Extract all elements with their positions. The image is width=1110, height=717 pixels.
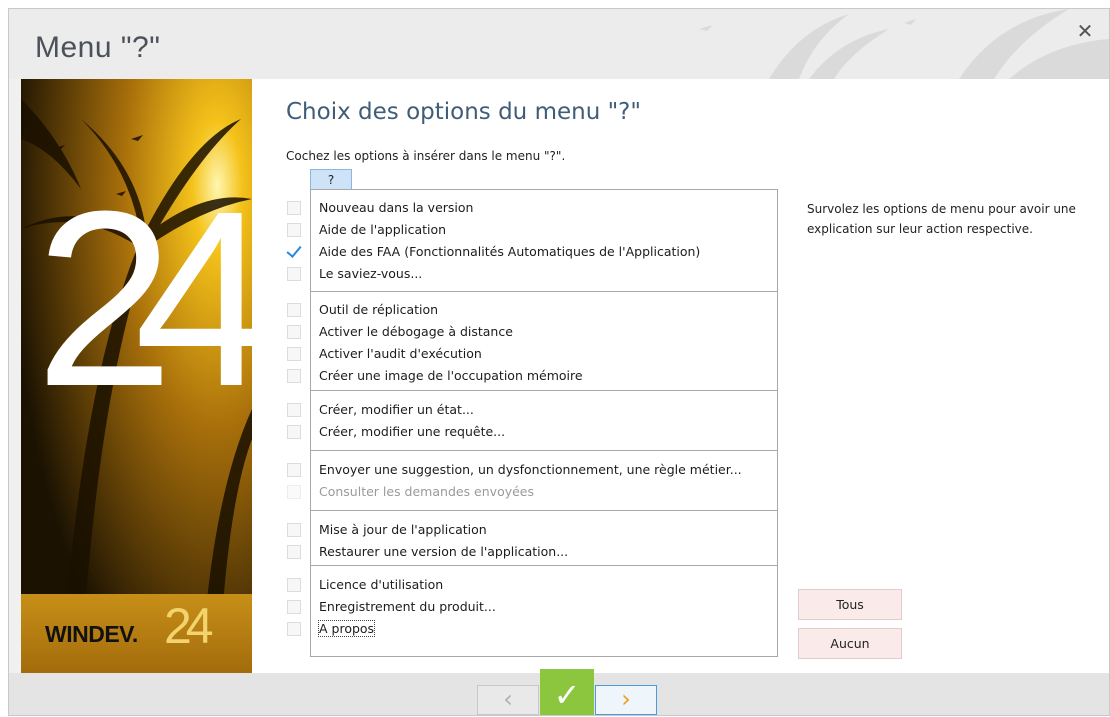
group-separator [311, 565, 777, 566]
option-label: Restaurer une version de l'application..… [319, 544, 569, 559]
window-title: Menu "?" [35, 31, 161, 64]
checkbox[interactable] [287, 267, 301, 281]
checkbox[interactable] [287, 425, 301, 439]
brand-logo: WINDEV. [45, 621, 138, 647]
option-label: Activer l'audit d'exécution [319, 346, 482, 361]
option-label: Mise à jour de l'application [319, 522, 487, 537]
checkbox[interactable] [287, 325, 301, 339]
option-label: Créer, modifier un état... [319, 402, 474, 417]
content-panel: Choix des options du menu "?" Cochez les… [252, 79, 1109, 673]
group-separator [311, 291, 777, 292]
checkbox[interactable] [287, 303, 301, 317]
option-label: Consulter les demandes envoyées [319, 484, 535, 499]
next-button[interactable]: › [595, 685, 657, 715]
option-label: Le saviez-vous... [319, 266, 423, 281]
checkbox[interactable] [287, 523, 301, 537]
dialog-window: Menu "?" ✕ 24 WINDEV. 24 Choix des optio… [8, 8, 1110, 716]
option-label: A propos [317, 620, 376, 637]
checkbox[interactable] [287, 600, 301, 614]
instruction-text: Cochez les options à insérer dans le men… [286, 149, 566, 163]
checkbox[interactable] [287, 622, 301, 636]
select-all-button[interactable]: Tous [798, 589, 902, 620]
options-list: Nouveau dans la version Aide de l'applica… [287, 189, 778, 657]
brand-version: 24 [164, 598, 214, 654]
checkbox[interactable] [287, 578, 301, 592]
select-none-button[interactable]: Aucun [798, 628, 902, 659]
version-numeral: 24 [35, 159, 252, 438]
group-separator [311, 510, 777, 511]
option-label: Nouveau dans la version [319, 200, 474, 215]
menu-preview-tab: ? [310, 169, 352, 190]
option-label: Activer le débogage à distance [319, 324, 513, 339]
group-separator [311, 450, 777, 451]
checkbox [287, 485, 301, 499]
checked-checkbox[interactable] [287, 245, 301, 259]
checkbox[interactable] [287, 403, 301, 417]
sidebar-banner: 24 WINDEV. 24 [21, 79, 252, 673]
option-label: Aide de l'application [319, 222, 447, 237]
checkbox[interactable] [287, 463, 301, 477]
checkbox[interactable] [287, 201, 301, 215]
group-separator [311, 390, 777, 391]
close-icon[interactable]: ✕ [1073, 19, 1097, 43]
option-label: Outil de réplication [319, 302, 439, 317]
palm-decoration [699, 9, 1109, 79]
ok-button[interactable]: ✓ [540, 669, 594, 715]
page-title: Choix des options du menu "?" [286, 99, 641, 125]
option-label: Aide des FAA (Fonctionnalités Automatiqu… [319, 244, 701, 259]
title-bar: Menu "?" ✕ [9, 9, 1109, 79]
checkbox[interactable] [287, 545, 301, 559]
checkbox[interactable] [287, 369, 301, 383]
option-label: Licence d'utilisation [319, 577, 444, 592]
previous-button[interactable]: ‹ [477, 685, 539, 715]
option-label: Créer une image de l'occupation mémoire [319, 368, 583, 383]
checkbox[interactable] [287, 223, 301, 237]
option-label: Créer, modifier une requête... [319, 424, 506, 439]
checkbox[interactable] [287, 347, 301, 361]
option-label: Enregistrement du produit... [319, 599, 496, 614]
hint-text: Survolez les options de menu pour avoir … [807, 202, 1076, 236]
option-label: Envoyer une suggestion, un dysfonctionne… [319, 462, 742, 477]
